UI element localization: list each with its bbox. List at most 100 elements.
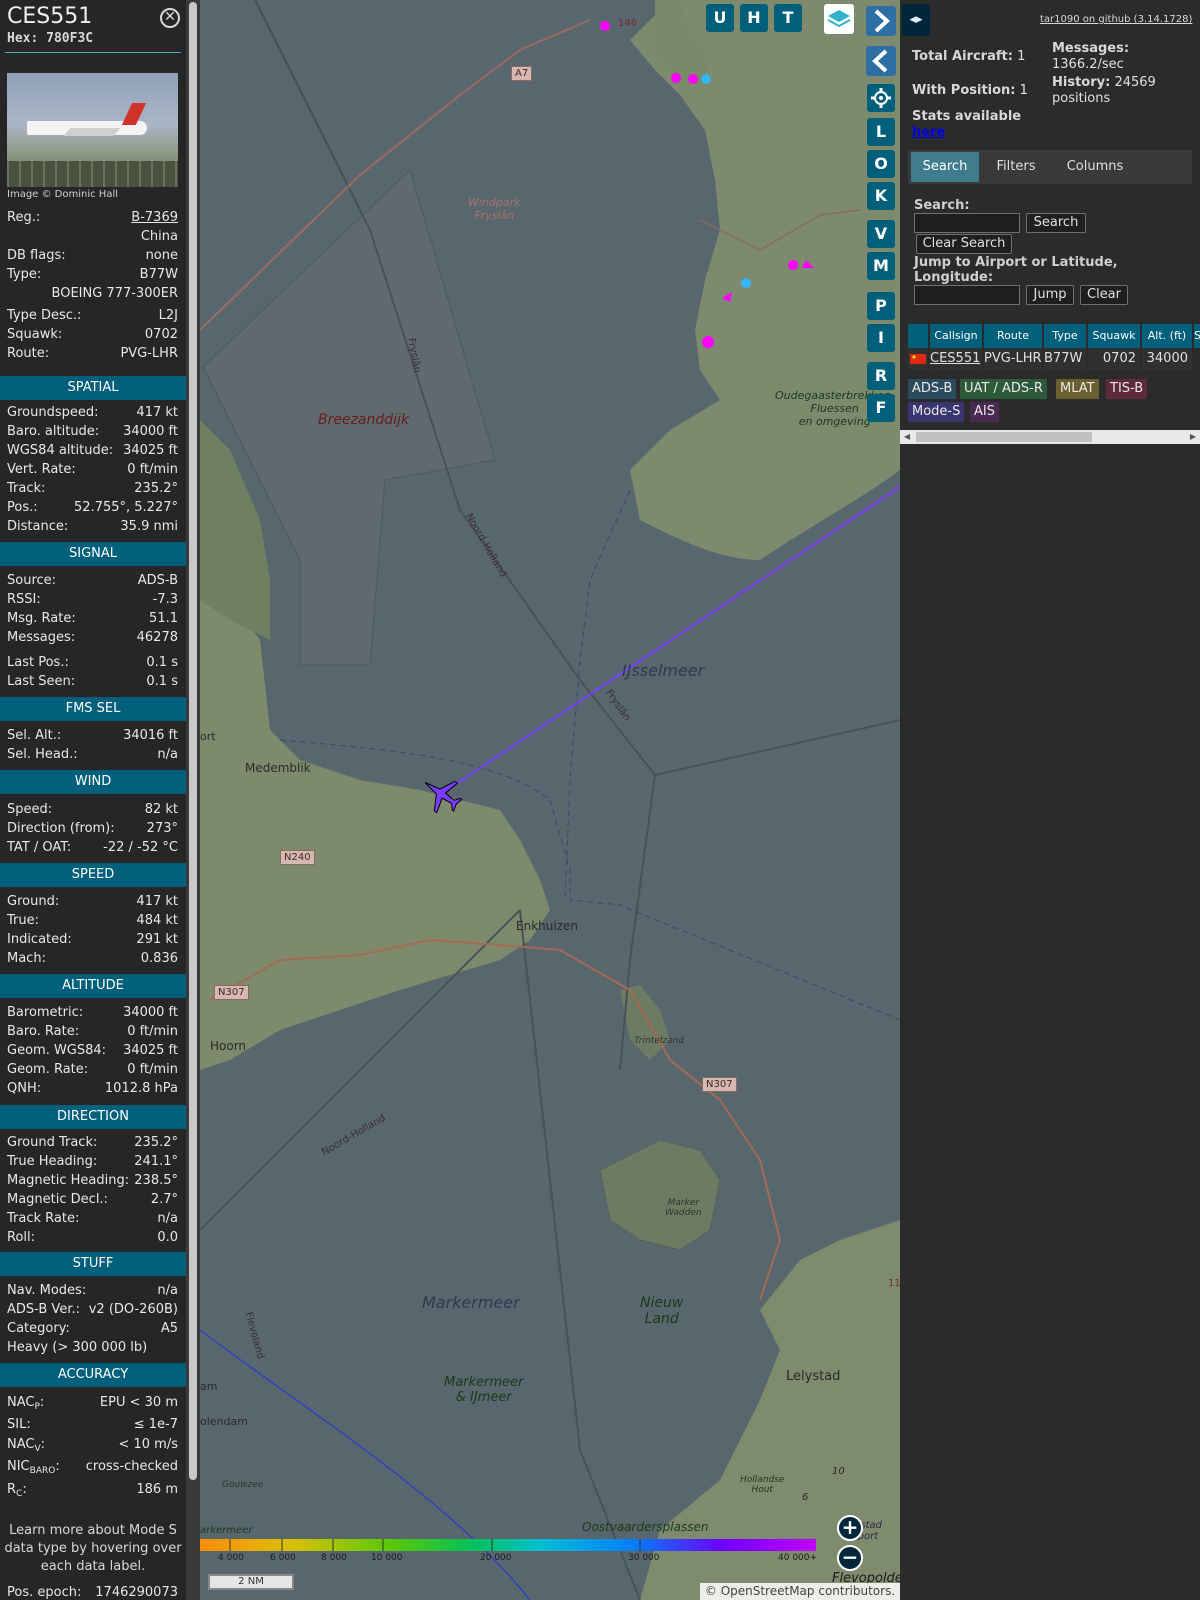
gear-icon[interactable] bbox=[867, 84, 895, 112]
layers-icon[interactable] bbox=[824, 4, 854, 34]
squawk-label: Squawk: bbox=[7, 327, 63, 342]
land-friesland bbox=[630, 0, 900, 560]
close-icon[interactable]: ✕ bbox=[160, 8, 180, 28]
tab-search[interactable]: Search bbox=[911, 152, 979, 182]
button-k[interactable]: K bbox=[867, 182, 895, 210]
github-link[interactable]: tar1090 on github (3.14.1728) bbox=[1040, 14, 1192, 25]
wind-value: 82 kt bbox=[144, 802, 178, 817]
map-canvas[interactable] bbox=[200, 0, 900, 1600]
section-spatial: SPATIAL bbox=[0, 376, 186, 400]
button-u[interactable]: U bbox=[706, 4, 734, 32]
spatial-value: 52.755°, 5.227° bbox=[74, 500, 178, 515]
button-f[interactable]: F bbox=[867, 394, 895, 422]
label-lelystad: Lelystad bbox=[786, 1369, 841, 1384]
search-button[interactable]: Search bbox=[1026, 213, 1086, 233]
nacp-row: NACP: EPU < 30 m bbox=[7, 1394, 178, 1412]
button-r[interactable]: R bbox=[867, 362, 895, 390]
spatial-value: 34025 ft bbox=[123, 443, 178, 458]
hscroll-thumb[interactable] bbox=[916, 432, 1092, 442]
signal-row: Source: ADS-B bbox=[7, 572, 178, 590]
signal-value: 0.1 s bbox=[146, 674, 178, 689]
speed-value: 291 kt bbox=[136, 932, 178, 947]
road-label-6: 6 bbox=[802, 1492, 809, 1503]
altitude-legend-label: 40 000+ bbox=[778, 1553, 818, 1563]
direction-value: 238.5° bbox=[134, 1173, 178, 1188]
col-header-altitude[interactable]: Alt. (ft) bbox=[1142, 324, 1192, 348]
direction-row: Track Rate: n/a bbox=[7, 1210, 178, 1228]
nicbaro-value: cross-checked bbox=[85, 1459, 178, 1474]
direction-row: Magnetic Decl.: 2.7° bbox=[7, 1191, 178, 1209]
aircraft-photo[interactable] bbox=[7, 73, 178, 187]
button-i[interactable]: I bbox=[867, 324, 895, 352]
button-t[interactable]: T bbox=[774, 4, 802, 32]
tab-columns[interactable]: Columns bbox=[1053, 152, 1137, 182]
direction-label: Magnetic Decl.: bbox=[7, 1192, 108, 1207]
spatial-row: Vert. Rate: 0 ft/min bbox=[7, 461, 178, 479]
altitude-label: Barometric: bbox=[7, 1005, 84, 1020]
button-v[interactable]: V bbox=[867, 220, 895, 248]
source-badge-modes: Mode-S bbox=[908, 402, 965, 422]
marker-magenta-1 bbox=[600, 21, 610, 31]
signal-label: Last Seen: bbox=[7, 674, 76, 689]
clear-search-button[interactable]: Clear Search bbox=[916, 234, 1012, 254]
info-scrollbar[interactable] bbox=[186, 0, 200, 1600]
marker-blue-2 bbox=[741, 278, 751, 288]
scroll-left-icon[interactable]: ◀ bbox=[900, 430, 914, 444]
col-header-speed[interactable]: S bbox=[1194, 324, 1200, 348]
wind-label: Speed: bbox=[7, 802, 53, 817]
speed-label: Mach: bbox=[7, 951, 46, 966]
label-medemblik: Medemblik bbox=[245, 761, 311, 775]
spatial-row: Distance: 35.9 nmi bbox=[7, 518, 178, 536]
rc-value: 186 m bbox=[136, 1482, 178, 1497]
history-stat: History: 24569 positions bbox=[1052, 75, 1156, 106]
osm-link[interactable]: OpenStreetMap bbox=[721, 1584, 815, 1598]
col-header-flag[interactable] bbox=[908, 324, 928, 348]
search-input[interactable] bbox=[914, 213, 1020, 233]
col-header-callsign[interactable]: Callsign bbox=[930, 324, 982, 348]
cell-callsign[interactable]: CES551 bbox=[930, 348, 982, 370]
tab-filters[interactable]: Filters bbox=[983, 152, 1049, 182]
speed-label: Indicated: bbox=[7, 932, 72, 947]
country-value: China bbox=[140, 229, 178, 244]
scroll-right-icon[interactable]: ▶ bbox=[1186, 430, 1200, 444]
minus-icon[interactable]: − bbox=[837, 1545, 863, 1571]
altitude-row: Geom. Rate: 0 ft/min bbox=[7, 1061, 178, 1079]
label-hoorn: Hoorn bbox=[210, 1039, 247, 1053]
button-m[interactable]: M bbox=[867, 252, 895, 280]
sidebar-toggle-icon[interactable]: ◂▸ bbox=[902, 4, 930, 36]
button-l[interactable]: L bbox=[867, 118, 895, 146]
plus-icon[interactable]: + bbox=[837, 1515, 863, 1541]
reg-link[interactable]: B-7369 bbox=[131, 209, 178, 227]
signal-row: Last Seen: 0.1 s bbox=[7, 673, 178, 691]
signal-label: Source: bbox=[7, 573, 57, 588]
altitude-legend-label: 30 000 bbox=[628, 1553, 660, 1563]
jump-button[interactable]: Jump bbox=[1026, 285, 1074, 305]
wind-value: -22 / -52 °C bbox=[103, 840, 178, 855]
scrollbar-thumb[interactable] bbox=[189, 2, 197, 1480]
col-header-squawk[interactable]: Squawk bbox=[1088, 324, 1140, 348]
button-p[interactable]: P bbox=[867, 292, 895, 320]
photo-credit: Image © Dominic Hall bbox=[7, 189, 119, 200]
chevron-left-icon[interactable] bbox=[866, 46, 896, 76]
label-markermeer-ijmeer: Markermeer & IJmeer bbox=[444, 1375, 524, 1405]
direction-row: Ground Track: 235.2° bbox=[7, 1134, 178, 1152]
clear-button[interactable]: Clear bbox=[1080, 285, 1128, 305]
button-h[interactable]: H bbox=[740, 4, 768, 32]
spatial-value: 35.9 nmi bbox=[120, 519, 178, 534]
altitude-legend-bar bbox=[200, 1539, 816, 1551]
table-horizontal-scrollbar[interactable]: ◀ ▶ bbox=[900, 430, 1200, 444]
scale-bar: 2 NM bbox=[208, 1574, 294, 1590]
label-oostvaardersplassen: Oostvaardersplassen bbox=[582, 1520, 709, 1534]
map[interactable]: Windpark Fryslân Breezanddijk IJsselmeer… bbox=[200, 0, 900, 1600]
col-header-route[interactable]: Route bbox=[984, 324, 1042, 348]
col-header-type[interactable]: Type bbox=[1044, 324, 1086, 348]
chevron-right-icon[interactable] bbox=[866, 6, 896, 36]
stats-here-link[interactable]: here bbox=[912, 125, 945, 140]
button-o[interactable]: O bbox=[867, 150, 895, 178]
jump-input[interactable] bbox=[914, 285, 1020, 305]
altitude-value: 0 ft/min bbox=[127, 1024, 178, 1039]
signal-value: 0.1 s bbox=[146, 655, 178, 670]
cell-squawk: 0702 bbox=[1088, 348, 1140, 370]
wind-value: 273° bbox=[146, 821, 178, 836]
messages-stat: Messages: 1366.2/sec bbox=[1052, 41, 1130, 72]
